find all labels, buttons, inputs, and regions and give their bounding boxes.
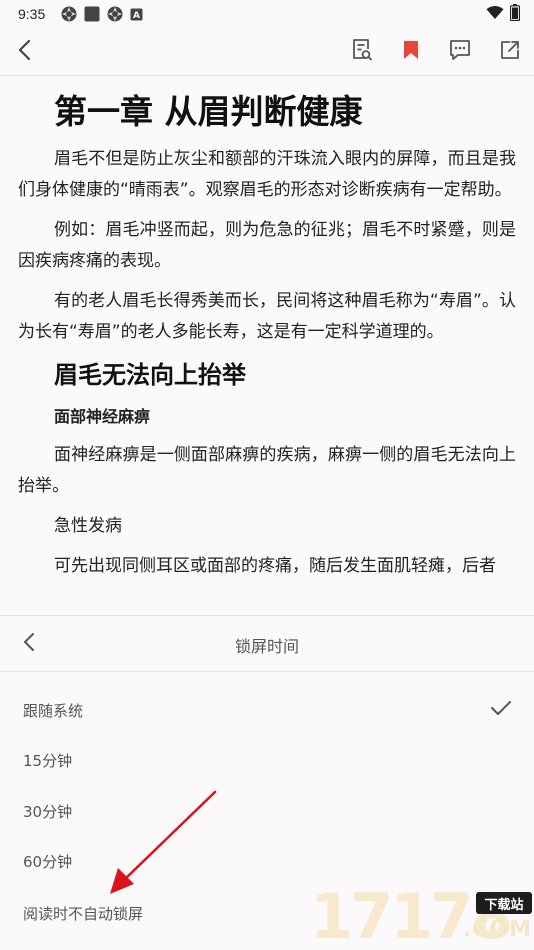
bookmark-icon (402, 39, 420, 65)
option-60-minutes[interactable]: 60分钟 (0, 836, 534, 886)
comment-icon (448, 39, 472, 65)
status-right (486, 3, 521, 25)
option-label: 30分钟 (23, 802, 73, 821)
sheet-title: 锁屏时间 (234, 637, 299, 656)
aperture-icon (61, 6, 77, 22)
reader-content[interactable]: 第一章 从眉判断健康 眉毛不但是防止灰尘和额部的汗珠流入眼内的屏障，而且是我们身… (0, 76, 534, 616)
paragraph: 有的老人眉毛长得秀美而长，民间将这种眉毛称为“寿眉”。认为长有“寿眉”的老人多能… (18, 291, 516, 342)
paragraph: 例如：眉毛冲竖而起，则为危急的征兆；眉毛不时紧蹙，则是因疾病疼痛的表现。 (18, 220, 516, 271)
comment-button[interactable] (447, 39, 473, 65)
square-notification-icon (84, 6, 100, 22)
check-icon (490, 699, 512, 721)
share-icon (499, 39, 521, 65)
bookmark-button[interactable] (398, 39, 424, 65)
option-label: 跟随系统 (23, 701, 84, 720)
reader-toolbar (0, 28, 534, 76)
chapter-title: 第一章 从眉判断健康 (54, 92, 363, 131)
status-time: 9:35 (18, 6, 46, 22)
status-bar: 9:35 A (0, 0, 534, 28)
option-label: 15分钟 (23, 751, 73, 770)
paragraph: 眉毛不但是防止灰尘和额部的汗珠流入眼内的屏障，而且是我们身体健康的“晴雨表”。观… (18, 149, 516, 200)
wifi-icon (486, 5, 504, 24)
svg-text:A: A (133, 11, 140, 21)
share-button[interactable] (497, 39, 523, 65)
search-in-book-button[interactable] (349, 39, 375, 65)
aperture-icon (107, 6, 123, 22)
a-box-icon: A (130, 8, 143, 21)
watermark-badge: 下载站 (476, 892, 532, 914)
option-follow-system[interactable]: 跟随系统 (0, 685, 534, 735)
option-label: 60分钟 (23, 852, 73, 871)
back-arrow-icon (18, 39, 32, 65)
option-30-minutes[interactable]: 30分钟 (0, 786, 534, 836)
paragraph: 急性发病 (54, 516, 122, 536)
paragraph: 可先出现同侧耳区或面部的疼痛，随后发生面肌轻瘫，后者 (54, 556, 496, 576)
battery-icon (509, 3, 521, 25)
sheet-header: 锁屏时间 (0, 616, 534, 672)
back-button[interactable] (12, 39, 38, 65)
paragraph: 面神经麻痹是一侧面部麻痹的疾病，麻痹一侧的眉毛无法向上抬举。 (18, 445, 516, 496)
option-15-minutes[interactable]: 15分钟 (0, 735, 534, 785)
option-label: 阅读时不自动锁屏 (23, 904, 144, 923)
search-doc-icon (351, 38, 373, 66)
watermark-suffix: .COM (462, 917, 532, 942)
site-watermark: 17178 下载站 .COM (306, 880, 534, 950)
sub-heading: 面部神经麻痹 (54, 407, 151, 426)
section-title: 眉毛无法向上抬举 (54, 361, 246, 389)
